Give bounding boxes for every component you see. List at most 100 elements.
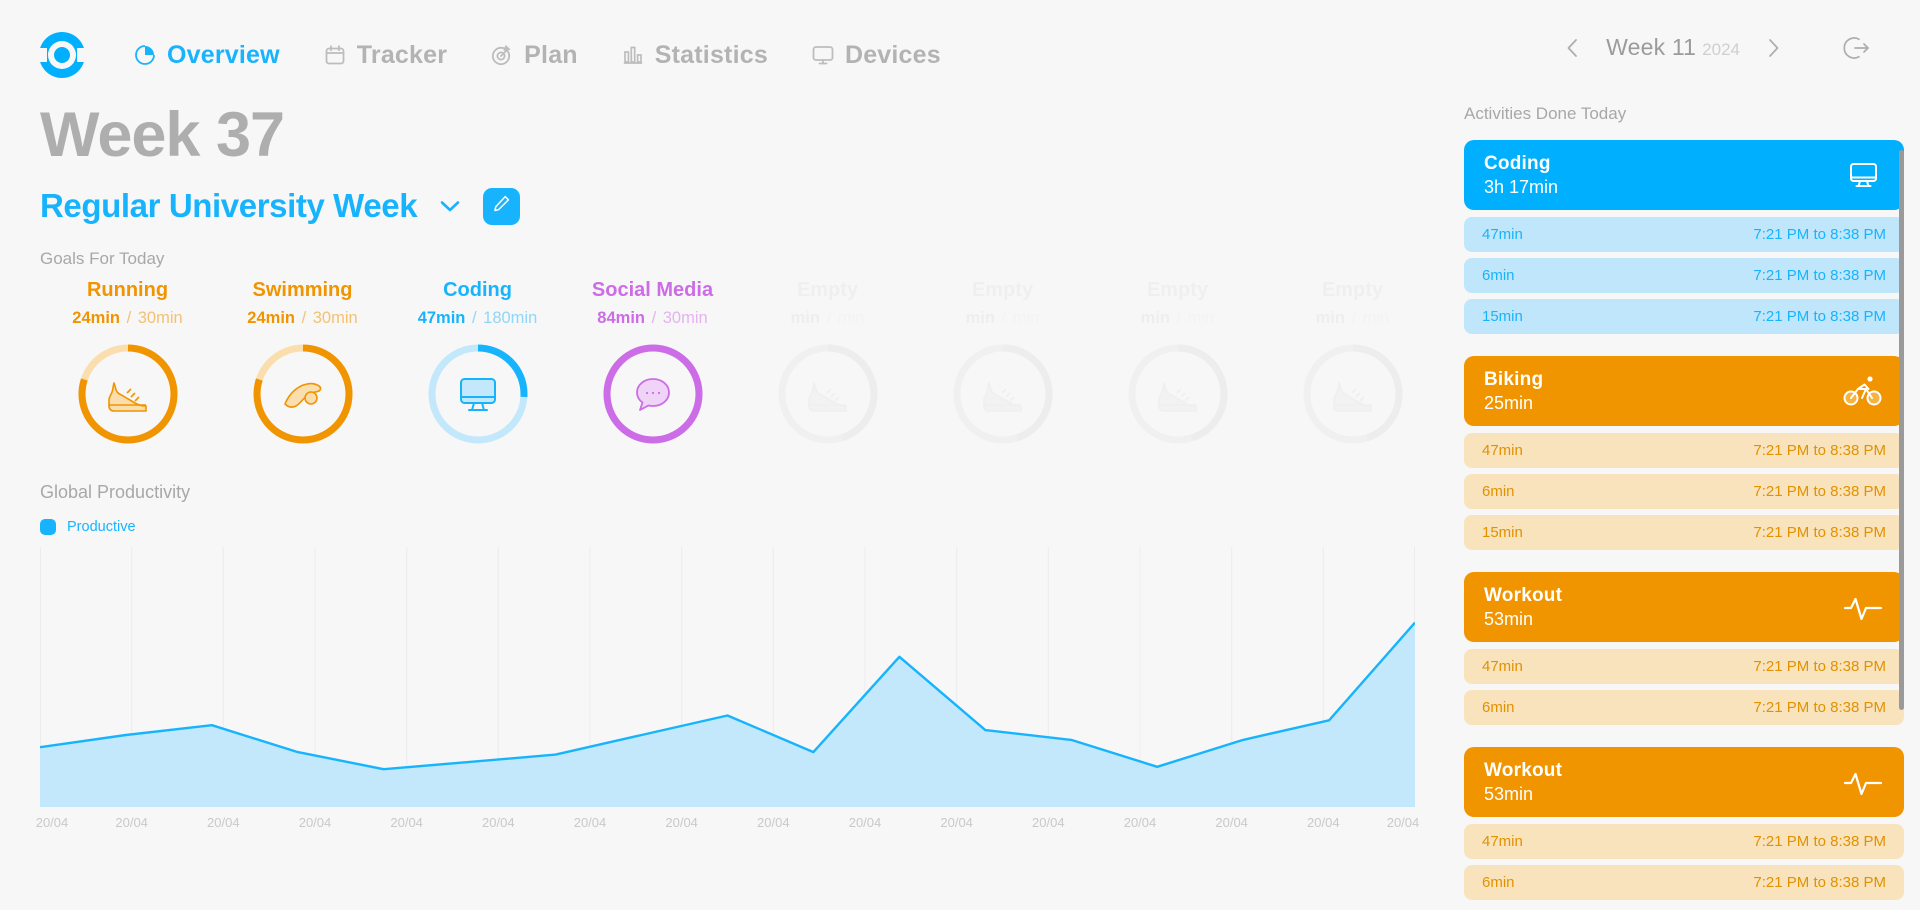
- goal-name: Running: [86, 279, 169, 301]
- chevron-right-icon[interactable]: [1762, 37, 1784, 59]
- year-label: 2024: [1702, 40, 1740, 59]
- activity-session-row[interactable]: 15min 7:21 PM to 8:38 PM: [1464, 299, 1904, 334]
- goal-progress-ring: [76, 342, 180, 446]
- monitor-icon: [1842, 154, 1884, 196]
- edit-week-button[interactable]: [483, 187, 521, 225]
- chart-plot-area[interactable]: [40, 547, 1415, 807]
- activity-session-row[interactable]: 47min 7:21 PM to 8:38 PM: [1464, 649, 1904, 684]
- activity-total-duration: 53min: [1484, 608, 1534, 629]
- goal-current-value: min: [1140, 309, 1170, 327]
- week-label-group: Week 11 2024: [1606, 34, 1740, 61]
- activity-group: Workout 53min 47min 7:21 PM to 8:38 PM 6m…: [1464, 572, 1904, 725]
- session-time-range: 7:21 PM to 8:38 PM: [1753, 833, 1886, 850]
- goal-current-value: 24min: [72, 309, 120, 327]
- session-time-range: 7:21 PM to 8:38 PM: [1753, 442, 1886, 459]
- logout-icon[interactable]: [1842, 33, 1872, 63]
- week-navigator: Week 11 2024: [1562, 34, 1784, 61]
- nav-item-overview[interactable]: Overview: [132, 41, 280, 70]
- goal-target-value: 30min: [662, 309, 708, 327]
- activity-session-row[interactable]: 6min 7:21 PM to 8:38 PM: [1464, 690, 1904, 725]
- activity-group: Workout 53min 47min 7:21 PM to 8:38 PM 6m…: [1464, 747, 1904, 900]
- nav-item-statistics[interactable]: Statistics: [620, 41, 768, 70]
- goal-progress-ring: [776, 342, 880, 446]
- goal-card[interactable]: Swimming 24min / 30min: [215, 279, 390, 446]
- app-header: Overview Tracker Plan Statistics Devices…: [0, 0, 1920, 110]
- week-type-label: Regular University Week: [40, 187, 418, 224]
- goal-card[interactable]: Coding 47min / 180min: [390, 279, 565, 446]
- chevron-down-icon[interactable]: [439, 199, 461, 213]
- goal-name: Swimming: [252, 279, 353, 301]
- goal-card[interactable]: Running 24min / 30min: [40, 279, 215, 446]
- goal-card[interactable]: Social Media 84min / 30min: [565, 279, 740, 446]
- goal-activity-icon: [76, 342, 180, 446]
- nav-label-tracker: Tracker: [356, 40, 448, 69]
- nav-label-plan: Plan: [524, 40, 578, 69]
- page-title: Week 37: [40, 100, 285, 170]
- activities-scroll-container[interactable]: Coding 3h 17min 47min 7:21 PM to 8:38 PM…: [1464, 140, 1904, 900]
- x-axis-tick-label: 20/04: [940, 815, 973, 830]
- activity-session-row[interactable]: 6min 7:21 PM to 8:38 PM: [1464, 865, 1904, 900]
- session-duration: 47min: [1482, 833, 1523, 850]
- goal-activity-icon: [1301, 342, 1405, 446]
- activity-total-duration: 3h 17min: [1484, 176, 1559, 197]
- scrollbar-thumb[interactable]: [1899, 150, 1904, 710]
- x-axis-tick-label: 20/04: [1307, 815, 1340, 830]
- goal-progress-values: 24min / 30min: [72, 309, 183, 327]
- activity-group-header[interactable]: Coding 3h 17min: [1464, 140, 1904, 210]
- goal-progress-values: min / min: [965, 309, 1040, 327]
- x-axis-tick-label: 20/04: [848, 815, 882, 830]
- activity-session-row[interactable]: 47min 7:21 PM to 8:38 PM: [1464, 217, 1904, 252]
- main-navigation: Overview Tracker Plan Statistics Devices: [132, 41, 941, 70]
- goal-name: Empty: [796, 279, 859, 301]
- activity-group-header[interactable]: Biking 25min: [1464, 356, 1904, 426]
- session-duration: 47min: [1482, 442, 1523, 459]
- nav-item-tracker[interactable]: Tracker: [322, 41, 447, 70]
- goal-target-value: min: [837, 309, 865, 327]
- nav-item-plan[interactable]: Plan: [489, 41, 578, 70]
- app-logo[interactable]: [34, 27, 90, 83]
- app-root: Overview Tracker Plan Statistics Devices…: [0, 0, 1920, 910]
- session-time-range: 7:21 PM to 8:38 PM: [1753, 226, 1886, 243]
- goal-card[interactable]: Empty min / min: [915, 279, 1090, 446]
- session-duration: 6min: [1482, 699, 1515, 716]
- activity-session-row[interactable]: 47min 7:21 PM to 8:38 PM: [1464, 433, 1904, 468]
- activity-session-row[interactable]: 6min 7:21 PM to 8:38 PM: [1464, 258, 1904, 293]
- legend-label-productive: Productive: [67, 519, 136, 535]
- x-axis-tick-label: 20/04: [1032, 815, 1065, 830]
- activity-total-duration: 25min: [1484, 392, 1534, 413]
- goal-current-value: 84min: [597, 309, 645, 327]
- bicycle-icon: [1842, 370, 1884, 412]
- goal-card[interactable]: Empty min / min: [740, 279, 915, 446]
- activity-session-row[interactable]: 47min 7:21 PM to 8:38 PM: [1464, 824, 1904, 859]
- week-type-row: Regular University Week: [40, 187, 1440, 225]
- goal-progress-values: min / min: [1140, 309, 1215, 327]
- monitor-icon: [810, 42, 836, 68]
- x-axis-tick-label: 20/04: [665, 815, 698, 830]
- x-axis-tick-label: 20/04: [482, 815, 515, 830]
- pie-chart-icon: [132, 42, 158, 68]
- goal-activity-icon: [426, 342, 530, 446]
- goal-card[interactable]: Empty min / min: [1090, 279, 1265, 446]
- activity-group: Coding 3h 17min 47min 7:21 PM to 8:38 PM…: [1464, 140, 1904, 334]
- activity-session-row[interactable]: 15min 7:21 PM to 8:38 PM: [1464, 515, 1904, 550]
- goal-target-value: 30min: [137, 309, 183, 327]
- session-duration: 47min: [1482, 658, 1523, 675]
- main-content: Week 37 Regular University Week Goals Fo…: [36, 100, 1440, 841]
- chart-title: Global Productivity: [40, 482, 191, 502]
- x-axis-tick-label: 20/04: [573, 815, 607, 830]
- goal-activity-icon: [951, 342, 1055, 446]
- nav-item-devices[interactable]: Devices: [810, 41, 941, 70]
- week-label: Week 11: [1606, 34, 1697, 60]
- session-time-range: 7:21 PM to 8:38 PM: [1753, 699, 1886, 716]
- goal-card[interactable]: Empty min / min: [1265, 279, 1440, 446]
- activity-session-row[interactable]: 6min 7:21 PM to 8:38 PM: [1464, 474, 1904, 509]
- session-time-range: 7:21 PM to 8:38 PM: [1753, 658, 1886, 675]
- bar-chart-icon: [620, 42, 646, 68]
- x-axis-tick-label: 20/04: [35, 815, 69, 830]
- activities-list: Coding 3h 17min 47min 7:21 PM to 8:38 PM…: [1464, 140, 1904, 900]
- scrollbar-track[interactable]: [1899, 140, 1904, 900]
- chevron-left-icon[interactable]: [1562, 37, 1584, 59]
- activity-group-header[interactable]: Workout 53min: [1464, 747, 1904, 817]
- activity-group-header[interactable]: Workout 53min: [1464, 572, 1904, 642]
- session-time-range: 7:21 PM to 8:38 PM: [1753, 874, 1886, 891]
